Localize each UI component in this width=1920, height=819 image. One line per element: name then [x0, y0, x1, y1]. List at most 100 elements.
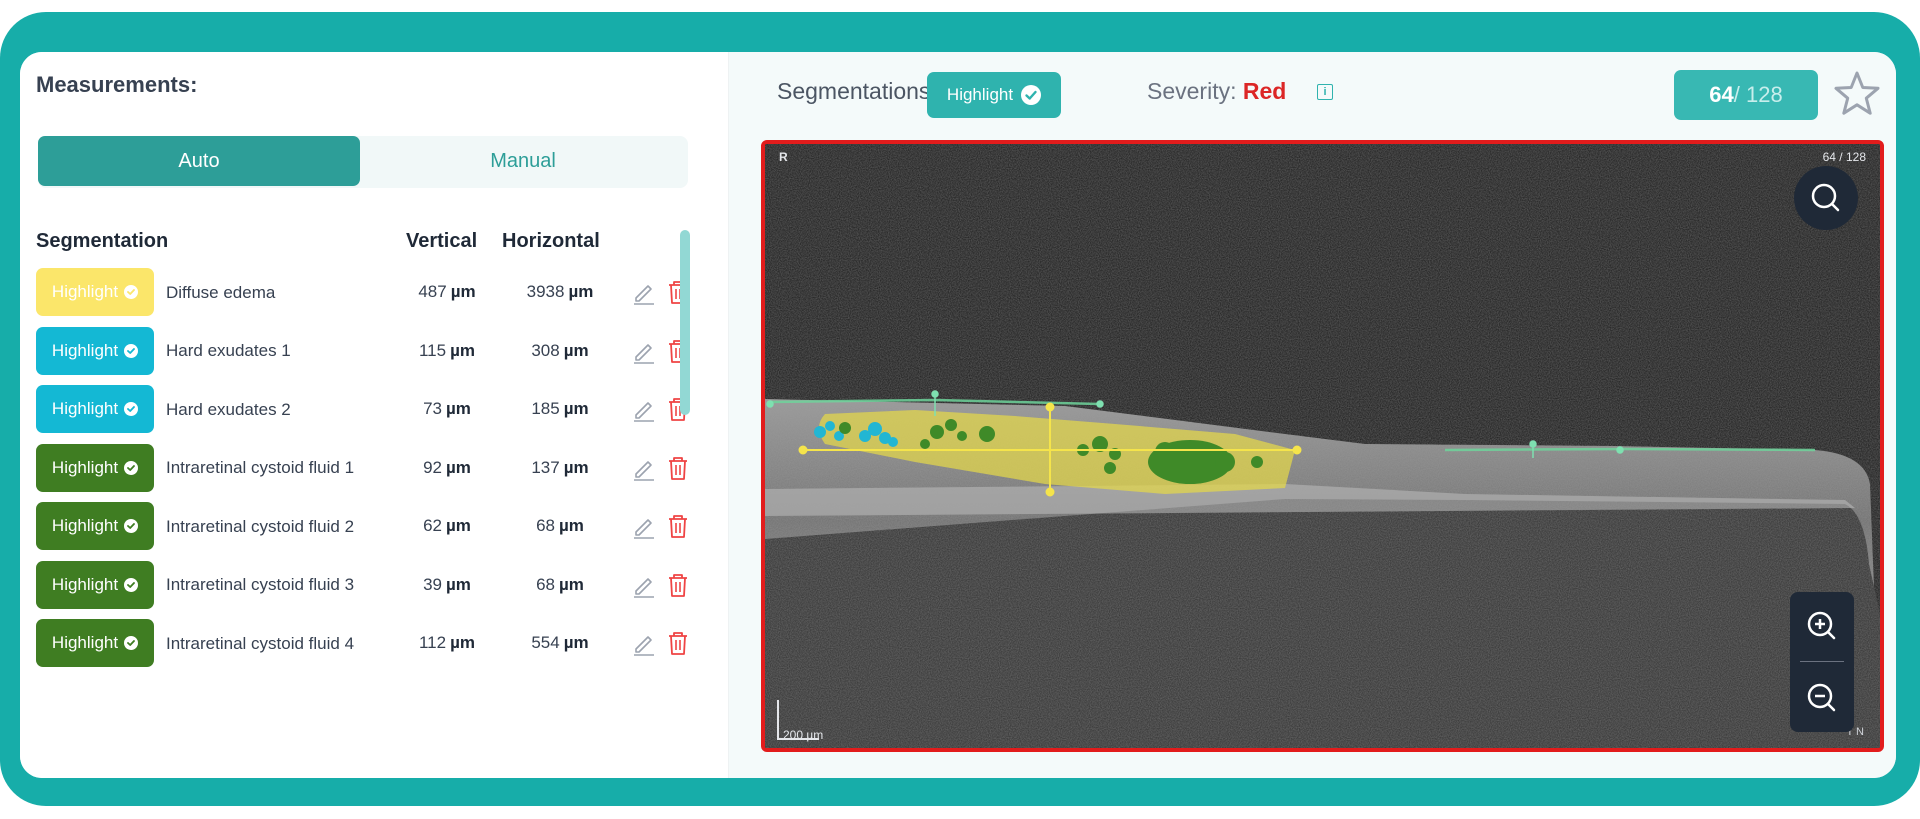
highlight-badge-label: Highlight — [51, 340, 119, 360]
viewer-panel: Segmentations: Highlight Severity: Red i… — [729, 52, 1896, 778]
horizontal-number: 3938 — [526, 282, 565, 301]
scan-slice-label: 64 / 128 — [1822, 150, 1866, 164]
horizontal-value: 308 µm — [510, 327, 610, 375]
vertical-number: 115 — [418, 340, 447, 360]
edit-icon[interactable] — [630, 629, 658, 657]
unit-label: µm — [450, 282, 476, 301]
column-header-vertical: Vertical — [406, 230, 478, 252]
segmentations-label: Segmentations: — [777, 78, 937, 104]
measurement-row: Highlight Intraretinal cystoid fluid 2 62 µ… — [36, 502, 716, 552]
vertical-number: 112 — [418, 633, 447, 652]
star-icon[interactable] — [1831, 68, 1883, 120]
zoom-out-icon — [1807, 683, 1836, 712]
measurement-row: Highlight Hard exudates 1 115 µm 308 µm — [36, 326, 716, 377]
segmentation-name: Intraretinal cystoid fluid 2 — [166, 516, 355, 536]
main-card: Measurements: Auto Manual Segmentation V… — [20, 52, 1896, 778]
zoom-separator — [1800, 661, 1844, 662]
check-icon — [124, 285, 139, 299]
unit-label: µm — [563, 633, 589, 652]
vertical-number: 487 — [418, 282, 447, 301]
horizontal-value: 554 µm — [510, 619, 610, 667]
segmentation-name: Intraretinal cystoid fluid 1 — [166, 458, 355, 477]
measurements-panel: Measurements: Auto Manual Segmentation V… — [20, 52, 728, 778]
horizontal-value: 68 µm — [510, 561, 610, 609]
tab-manual[interactable]: Manual — [362, 136, 684, 186]
highlight-badge-label: Highlight — [51, 282, 119, 301]
check-icon — [124, 519, 139, 533]
info-icon[interactable]: i — [1317, 84, 1333, 100]
highlight-badge[interactable]: Highlight — [36, 619, 154, 667]
segmentation-name: Intraretinal cystoid fluid 3 — [166, 575, 355, 594]
horizontal-number: 308 — [531, 340, 560, 360]
unit-label: µm — [563, 457, 589, 477]
oct-scan-viewer[interactable]: R 64 / 128 200 µm T N — [761, 140, 1884, 752]
vertical-number: 73 — [423, 399, 442, 418]
vertical-value: 487 µm — [406, 268, 488, 316]
scrollbar[interactable] — [680, 230, 690, 415]
edit-icon[interactable] — [630, 571, 658, 599]
highlight-badge-label: Highlight — [51, 516, 119, 535]
edit-icon[interactable] — [630, 395, 658, 423]
vertical-number: 62 — [423, 516, 442, 535]
vertical-value: 92 µm — [406, 444, 488, 492]
vertical-number: 39 — [423, 574, 442, 594]
trash-icon[interactable] — [664, 629, 692, 657]
highlight-badge[interactable]: Highlight — [36, 268, 154, 316]
unit-label: µm — [563, 340, 589, 360]
highlight-badge[interactable]: Highlight — [36, 560, 154, 609]
trash-icon[interactable] — [664, 512, 692, 540]
unit-label: µm — [568, 282, 594, 301]
tab-auto[interactable]: Auto — [38, 136, 360, 186]
segmentation-name: Intraretinal cystoid fluid 4 — [166, 633, 355, 653]
horizontal-number: 68 — [536, 574, 555, 594]
horizontal-value: 185 µm — [510, 385, 610, 433]
unit-label: µm — [450, 633, 476, 652]
unit-label: µm — [559, 516, 584, 535]
trash-icon[interactable] — [664, 454, 692, 482]
check-icon — [124, 577, 139, 592]
edit-icon[interactable] — [630, 337, 658, 365]
severity-label: Severity: — [1147, 78, 1237, 104]
highlight-badge[interactable]: Highlight — [36, 326, 154, 375]
segmentation-name: Diffuse edema — [166, 282, 276, 302]
highlight-badge-label: Highlight — [51, 633, 119, 652]
measurement-row: Highlight Intraretinal cystoid fluid 1 92 µ… — [36, 443, 716, 494]
column-header-horizontal: Horizontal — [502, 230, 600, 252]
unit-label: µm — [446, 516, 471, 535]
edit-icon[interactable] — [630, 454, 658, 482]
unit-label: µm — [446, 457, 471, 477]
edit-icon[interactable] — [630, 512, 658, 540]
zoom-in-icon — [1807, 611, 1836, 640]
scan-corner-label: R — [779, 150, 788, 164]
highlight-badge[interactable]: Highlight — [36, 385, 154, 433]
search-button[interactable] — [1794, 166, 1858, 230]
zoom-in-button[interactable] — [1790, 594, 1854, 658]
highlight-badge[interactable]: Highlight — [36, 443, 154, 492]
check-icon — [124, 636, 139, 650]
highlight-badge[interactable]: Highlight — [36, 502, 154, 550]
vertical-value: 115 µm — [406, 327, 488, 375]
horizontal-number: 554 — [531, 633, 560, 652]
highlight-badge-label: Highlight — [51, 457, 119, 477]
slice-total: / 128 — [1733, 82, 1783, 107]
horizontal-number: 68 — [536, 516, 555, 535]
segmentations-highlight-toggle[interactable]: Highlight — [927, 72, 1061, 118]
zoom-out-button[interactable] — [1790, 666, 1854, 730]
measurement-row: Highlight Intraretinal cystoid fluid 4 112… — [36, 619, 716, 669]
measurement-row: Highlight Intraretinal cystoid fluid 3 39 µ… — [36, 560, 716, 611]
measurement-mode-tabs: Auto Manual — [38, 136, 688, 188]
highlight-badge-label: Highlight — [51, 399, 119, 418]
scale-bar-vertical — [777, 700, 779, 740]
vertical-value: 73 µm — [406, 385, 488, 433]
trash-icon[interactable] — [664, 571, 692, 599]
unit-label: µm — [450, 340, 476, 360]
measurement-row: Highlight Hard exudates 2 73 µm 185 µm — [36, 385, 716, 435]
oct-scan-image — [765, 144, 1880, 748]
column-header-segmentation: Segmentation — [36, 230, 169, 252]
unit-label: µm — [559, 574, 584, 594]
segmentations-badge-label: Highlight — [946, 85, 1014, 104]
severity: Severity: Red — [1147, 78, 1286, 105]
edit-icon[interactable] — [630, 278, 658, 306]
slice-counter: 64/ 128 — [1674, 70, 1818, 120]
unit-label: µm — [446, 399, 471, 418]
